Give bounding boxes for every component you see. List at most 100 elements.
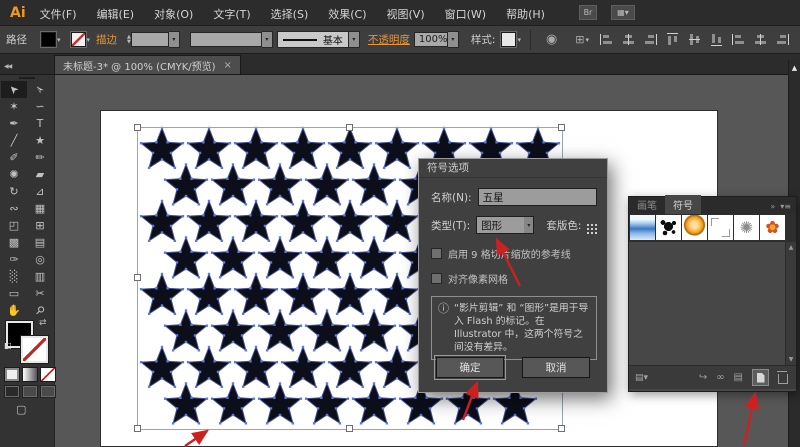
panel-scroll-down-icon[interactable]: ▼ (789, 354, 794, 365)
distribute-center-icon[interactable] (754, 34, 767, 45)
stroke-weight-field[interactable] (131, 32, 169, 47)
menu-item[interactable]: 文字(T) (213, 8, 250, 21)
transform-panel-icon[interactable]: ⊞ (575, 33, 584, 46)
opacity-field[interactable]: 100% (414, 32, 448, 47)
width-tool[interactable]: ∾ (1, 200, 27, 217)
lasso-tool[interactable]: ∽ (27, 98, 53, 115)
panel-expand-icon[interactable]: » (770, 202, 775, 211)
paintbrush-tool[interactable]: ✐ (1, 149, 27, 166)
align-bottom-icon[interactable] (711, 33, 722, 46)
align-right-icon[interactable] (644, 34, 657, 45)
type-tool[interactable]: T (27, 115, 53, 132)
opacity-caret-icon[interactable]: ▾ (448, 31, 459, 48)
align-top-icon[interactable] (667, 33, 678, 46)
document-tab[interactable]: 未标题-3* @ 100% (CMYK/预览) × (54, 55, 241, 74)
menu-item[interactable]: 编辑(E) (97, 8, 135, 21)
selection-tool[interactable]: ➤ (1, 81, 27, 98)
cancel-button[interactable]: 取消 (522, 357, 590, 378)
close-tab-icon[interactable]: × (224, 60, 232, 71)
scroll-up-icon[interactable]: ▲ (789, 64, 800, 72)
mesh-tool[interactable]: ▩ (1, 234, 27, 251)
pencil-tool[interactable]: ✏ (27, 149, 53, 166)
symbol-thumb-swirl[interactable]: ✺ (734, 215, 759, 240)
align-center-icon[interactable] (622, 34, 635, 45)
screen-mode-icon[interactable]: ▢ (16, 403, 26, 416)
dialog-title[interactable]: 符号选项 (419, 159, 607, 178)
symbol-thumb-ink-splatter[interactable] (656, 215, 681, 240)
menu-item[interactable]: 效果(C) (328, 8, 366, 21)
panel-menu-icon[interactable]: ▾≡ (780, 202, 791, 211)
eyedropper-tool[interactable]: ✑ (1, 251, 27, 268)
place-symbol-instance-icon[interactable]: ↪ (699, 373, 707, 383)
symbol-thumb-corner-frame[interactable] (708, 215, 733, 240)
selection-handle[interactable] (134, 124, 141, 131)
symbol-thumb-orange-orb[interactable] (682, 215, 707, 240)
panel-scroll-up-icon[interactable]: ▲ (789, 242, 794, 253)
fill-caret-icon[interactable]: ▾ (57, 36, 61, 44)
star-shape-tool[interactable]: ★ (27, 132, 53, 149)
style-caret-icon[interactable]: ▾ (517, 36, 521, 44)
pixel-grid-label[interactable]: 对齐像素网格 (448, 271, 508, 286)
selection-handle[interactable] (134, 425, 141, 432)
stroke-weight-caret-icon[interactable]: ▾ (169, 31, 180, 48)
draw-normal-button[interactable] (4, 385, 20, 398)
distribute-right-icon[interactable] (776, 34, 789, 45)
new-symbol-button[interactable] (752, 369, 769, 386)
selection-handle[interactable] (134, 274, 141, 281)
break-symbol-link-icon[interactable]: ∞ (716, 373, 724, 383)
magic-wand-tool[interactable]: ✶ (1, 98, 27, 115)
blend-tool[interactable]: ◎ (27, 251, 53, 268)
brush-caret-icon[interactable]: ▾ (349, 31, 360, 48)
selection-handle[interactable] (346, 425, 353, 432)
draw-behind-button[interactable] (22, 385, 38, 398)
none-button[interactable] (40, 367, 56, 382)
stroke-none-swatch[interactable] (21, 336, 48, 363)
style-swatch[interactable] (501, 32, 516, 47)
slice-guides-label[interactable]: 启用 9 格切片缩放的参考线 (448, 246, 571, 261)
gradient-button[interactable] (22, 367, 38, 382)
brush-definition-dropdown[interactable]: 基本 (277, 31, 349, 48)
fill-color-swatch[interactable] (41, 32, 56, 47)
bridge-icon[interactable]: Br (579, 5, 597, 20)
shape-builder-tool[interactable]: ◰ (1, 217, 27, 234)
stroke-color-swatch[interactable] (71, 32, 86, 47)
symbol-options-icon[interactable]: ▤ (734, 373, 743, 383)
pen-tool[interactable]: ✒ (1, 115, 27, 132)
color-button[interactable] (4, 367, 20, 382)
tab-brushes[interactable]: 画笔 (629, 195, 665, 214)
stroke-caret-icon[interactable]: ▾ (87, 36, 91, 44)
zoom-tool[interactable]: ⚲ (27, 302, 53, 319)
direct-selection-tool[interactable]: ➢ (27, 81, 53, 98)
slice-tool[interactable]: ✂ (27, 285, 53, 302)
registration-point-grid[interactable] (587, 224, 589, 226)
stroke-link[interactable]: 描边 (96, 32, 117, 47)
artboard-tool[interactable]: ▭ (1, 285, 27, 302)
symbol-thumb-flower[interactable]: ✿ (760, 215, 785, 240)
align-left-icon[interactable] (600, 34, 613, 45)
scale-tool[interactable]: ⊿ (27, 183, 53, 200)
column-graph-tool[interactable]: ▥ (27, 268, 53, 285)
profile-caret-icon[interactable]: ▾ (262, 31, 273, 48)
panel-grip[interactable] (19, 77, 35, 79)
tab-symbols[interactable]: 符号 (665, 195, 701, 214)
opacity-link[interactable]: 不透明度 (368, 32, 410, 47)
perspective-grid-tool[interactable]: ⊞ (27, 217, 53, 234)
align-middle-icon[interactable] (689, 33, 700, 46)
menu-item[interactable]: 窗口(W) (445, 8, 486, 21)
name-input[interactable]: 五星 (478, 188, 597, 206)
type-dropdown[interactable]: 图形 ▾ (476, 216, 534, 234)
blob-brush-tool[interactable]: ✺ (1, 166, 27, 183)
variable-width-profile-field[interactable] (190, 32, 262, 47)
menu-item[interactable]: 文件(F) (40, 8, 77, 21)
draw-inside-button[interactable] (40, 385, 56, 398)
symbol-libraries-icon[interactable]: ▤▾ (635, 373, 648, 383)
recolor-artwork-icon[interactable]: ◉ (546, 32, 557, 47)
rotate-tool[interactable]: ↻ (1, 183, 27, 200)
line-segment-tool[interactable]: ╱ (1, 132, 27, 149)
delete-symbol-icon[interactable] (778, 374, 788, 384)
gradient-tool[interactable]: ▤ (27, 234, 53, 251)
collapse-panels-icon[interactable]: ◀◀ (4, 63, 54, 70)
hand-tool[interactable]: ✋ (1, 302, 27, 319)
menu-item[interactable]: 帮助(H) (506, 8, 545, 21)
default-swatches-icon[interactable]: ◧ (4, 341, 12, 350)
